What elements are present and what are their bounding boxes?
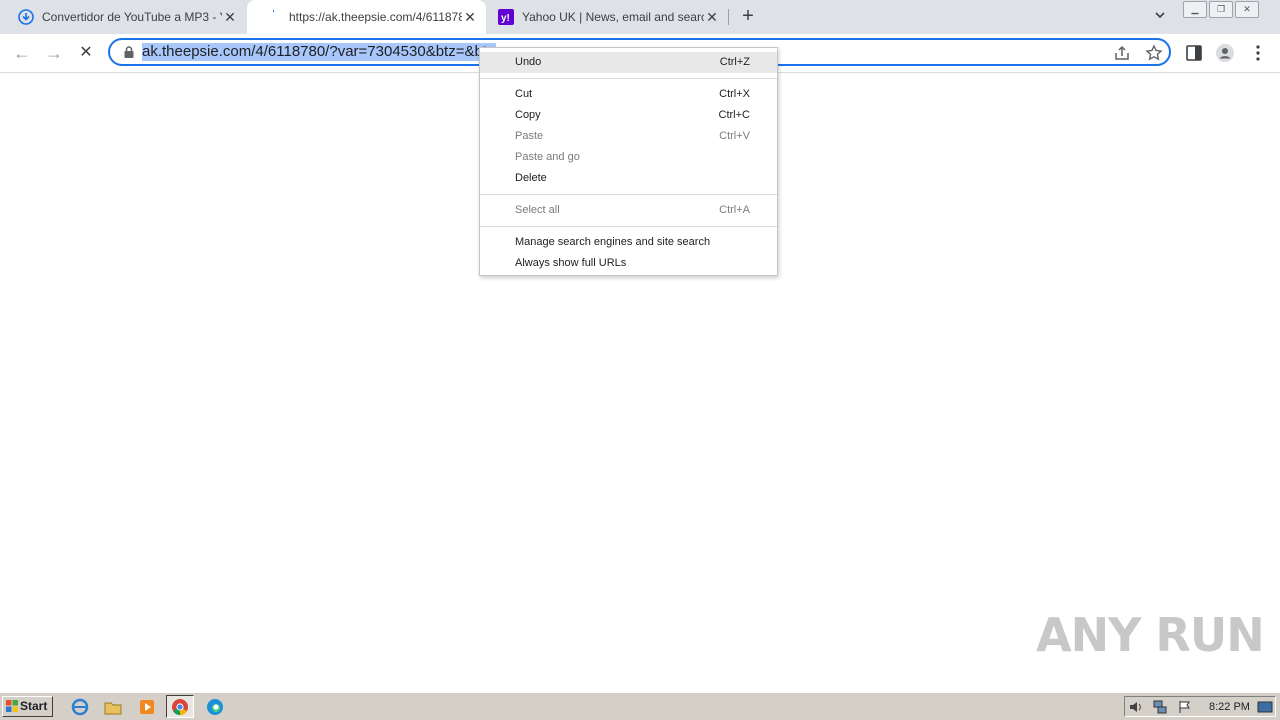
system-tray: 8:22 PM <box>1124 696 1276 717</box>
internet-explorer-icon[interactable] <box>70 697 90 717</box>
menu-item-label: Paste <box>515 130 544 142</box>
menu-item-always-show-full-urls[interactable]: Always show full URLs <box>480 253 777 274</box>
menu-item-paste-and-go[interactable]: Paste and go <box>480 147 777 168</box>
tab-title: https://ak.theepsie.com/4/6118780/ <box>289 10 462 24</box>
lock-icon[interactable] <box>122 45 136 59</box>
windows-flag-icon <box>6 700 18 712</box>
close-tab-icon[interactable]: ✕ <box>704 9 720 25</box>
menu-divider <box>480 78 777 79</box>
file-explorer-icon[interactable] <box>103 697 123 717</box>
media-player-icon[interactable] <box>137 697 157 717</box>
menu-item-undo[interactable]: Undo Ctrl+Z <box>480 52 777 73</box>
more-menu-icon[interactable] <box>1248 43 1268 63</box>
action-center-flag-icon[interactable] <box>1177 699 1193 715</box>
minimize-button[interactable]: ▁ <box>1183 1 1207 18</box>
context-menu: Undo Ctrl+Z Cut Ctrl+X Copy Ctrl+C Paste… <box>479 47 778 276</box>
tab-title: Yahoo UK | News, email and search <box>522 10 704 24</box>
menu-item-label: Manage search engines and site search <box>515 236 711 248</box>
chrome-taskbar-button[interactable] <box>166 695 194 718</box>
menu-item-shortcut: Ctrl+V <box>719 130 750 142</box>
menu-item-manage-search-engines[interactable]: Manage search engines and site search <box>480 232 777 253</box>
menu-item-copy[interactable]: Copy Ctrl+C <box>480 105 777 126</box>
chrome-icon <box>172 699 188 715</box>
new-tab-button[interactable]: + <box>736 5 760 29</box>
close-tab-icon[interactable]: ✕ <box>222 9 238 25</box>
taskbar: Start 8:22 PM <box>0 692 1280 720</box>
url-text[interactable]: ak.theepsie.com/4/6118780/?var=7304530&b… <box>142 43 497 61</box>
loading-spinner-icon <box>272 10 275 13</box>
menu-item-label: Delete <box>515 172 547 184</box>
menu-item-label: Always show full URLs <box>515 257 627 269</box>
back-button[interactable]: ← <box>10 41 34 65</box>
menu-item-label: Select all <box>515 204 560 216</box>
menu-item-cut[interactable]: Cut Ctrl+X <box>480 84 777 105</box>
menu-divider <box>480 194 777 195</box>
menu-item-label: Cut <box>515 88 533 100</box>
edge-icon[interactable] <box>205 697 225 717</box>
close-tab-icon[interactable]: ✕ <box>462 9 478 25</box>
download-cloud-icon <box>18 9 34 25</box>
restore-button[interactable]: ❐ <box>1209 1 1233 18</box>
menu-item-label: Undo <box>515 56 542 68</box>
start-button[interactable]: Start <box>2 696 53 717</box>
start-label: Start <box>20 699 48 713</box>
show-desktop-icon[interactable] <box>1257 699 1273 715</box>
menu-item-paste[interactable]: Paste Ctrl+V <box>480 126 777 147</box>
close-window-button[interactable]: ✕ <box>1235 1 1259 18</box>
menu-item-delete[interactable]: Delete <box>480 168 777 189</box>
menu-item-label: Paste and go <box>515 151 580 163</box>
menu-item-shortcut: Ctrl+Z <box>719 56 750 68</box>
tab-search-button[interactable] <box>1150 8 1170 26</box>
tab-theepsie[interactable]: https://ak.theepsie.com/4/6118780/ ✕ <box>247 0 486 34</box>
share-icon[interactable] <box>1113 44 1131 62</box>
menu-item-shortcut: Ctrl+C <box>718 109 750 121</box>
menu-item-label: Copy <box>515 109 541 121</box>
clock[interactable]: 8:22 PM <box>1209 701 1250 713</box>
menu-item-select-all[interactable]: Select all Ctrl+A <box>480 200 777 221</box>
bookmark-star-icon[interactable] <box>1145 44 1163 62</box>
window-controls: ▁ ❐ ✕ <box>1183 1 1259 18</box>
yahoo-icon: y! <box>498 9 514 25</box>
tab-separator <box>728 9 729 25</box>
tab-yahoo[interactable]: y! Yahoo UK | News, email and search ✕ <box>488 0 728 34</box>
svg-text:y!: y! <box>501 13 510 24</box>
chevron-down-icon <box>1155 12 1165 19</box>
network-icon[interactable] <box>1152 699 1168 715</box>
anyrun-watermark: ANY RUN <box>1036 608 1265 662</box>
tab-strip: Convertidor de YouTube a MP3 - YTM ✕ htt… <box>0 0 1280 34</box>
stop-button[interactable]: ✕ <box>74 41 98 65</box>
tab-ytmp3[interactable]: Convertidor de YouTube a MP3 - YTM ✕ <box>0 0 246 34</box>
menu-divider <box>480 226 777 227</box>
forward-button[interactable]: → <box>42 41 66 65</box>
tab-title: Convertidor de YouTube a MP3 - YTM <box>42 10 222 24</box>
menu-item-shortcut: Ctrl+X <box>719 88 750 100</box>
side-panel-icon[interactable] <box>1184 43 1204 63</box>
menu-item-shortcut: Ctrl+A <box>719 204 750 216</box>
profile-avatar-icon[interactable] <box>1215 43 1235 63</box>
volume-icon[interactable] <box>1128 699 1144 715</box>
